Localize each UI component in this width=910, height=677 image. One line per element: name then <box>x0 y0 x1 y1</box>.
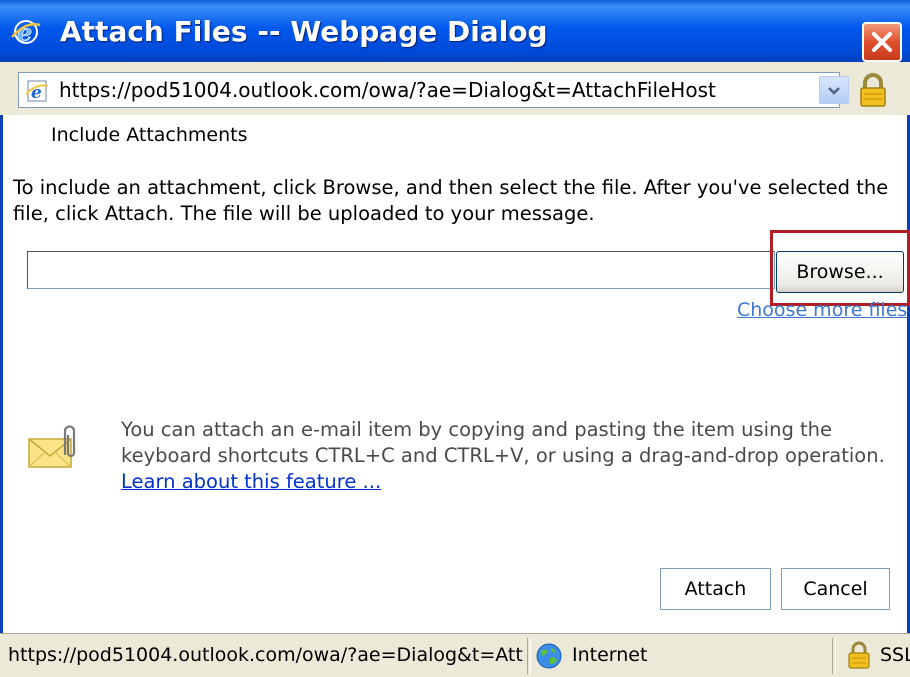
attach-button[interactable]: Attach <box>660 568 771 610</box>
section-heading: Include Attachments <box>51 124 248 146</box>
browse-button[interactable]: Browse... <box>776 251 904 293</box>
svg-text:e: e <box>17 18 32 47</box>
address-dropdown-button[interactable] <box>819 76 849 104</box>
status-separator <box>527 638 531 674</box>
ie-page-icon: e <box>25 79 49 103</box>
status-url: https://pod51004.outlook.com/owa/?ae=Dia… <box>8 644 523 666</box>
learn-about-feature-link[interactable]: Learn about this feature ... <box>121 470 381 493</box>
lock-icon[interactable] <box>856 72 890 108</box>
choose-more-files-link[interactable]: Choose more files <box>737 299 907 321</box>
chevron-down-icon <box>828 87 840 95</box>
close-icon <box>872 32 892 52</box>
address-bar-row: e https://pod51004.outlook.com/owa/?ae=D… <box>0 62 910 115</box>
instructions-text: To include an attachment, click Browse, … <box>13 176 889 225</box>
ssl-label: SSL <box>880 644 910 666</box>
attach-info-body: You can attach an e-mail item by copying… <box>121 418 885 467</box>
lock-icon[interactable] <box>846 640 872 670</box>
envelope-paperclip-icon <box>27 425 87 471</box>
globe-icon <box>536 643 562 669</box>
security-zone-label: Internet <box>572 644 648 666</box>
status-separator <box>832 638 836 674</box>
title-bar: e Attach Files -- Webpage Dialog <box>0 0 910 62</box>
close-button[interactable] <box>862 22 902 62</box>
ie-logo-icon: e <box>10 17 42 47</box>
dialog-content: Include Attachments To include an attach… <box>0 115 910 633</box>
status-bar: https://pod51004.outlook.com/owa/?ae=Dia… <box>0 633 910 677</box>
cancel-button[interactable]: Cancel <box>781 568 890 610</box>
dialog-title: Attach Files -- Webpage Dialog <box>60 15 548 48</box>
address-url: https://pod51004.outlook.com/owa/?ae=Dia… <box>59 78 716 102</box>
address-field[interactable]: e https://pod51004.outlook.com/owa/?ae=D… <box>18 72 849 108</box>
file-path-input[interactable] <box>27 251 775 289</box>
attach-info-text: You can attach an e-mail item by copying… <box>121 417 910 495</box>
